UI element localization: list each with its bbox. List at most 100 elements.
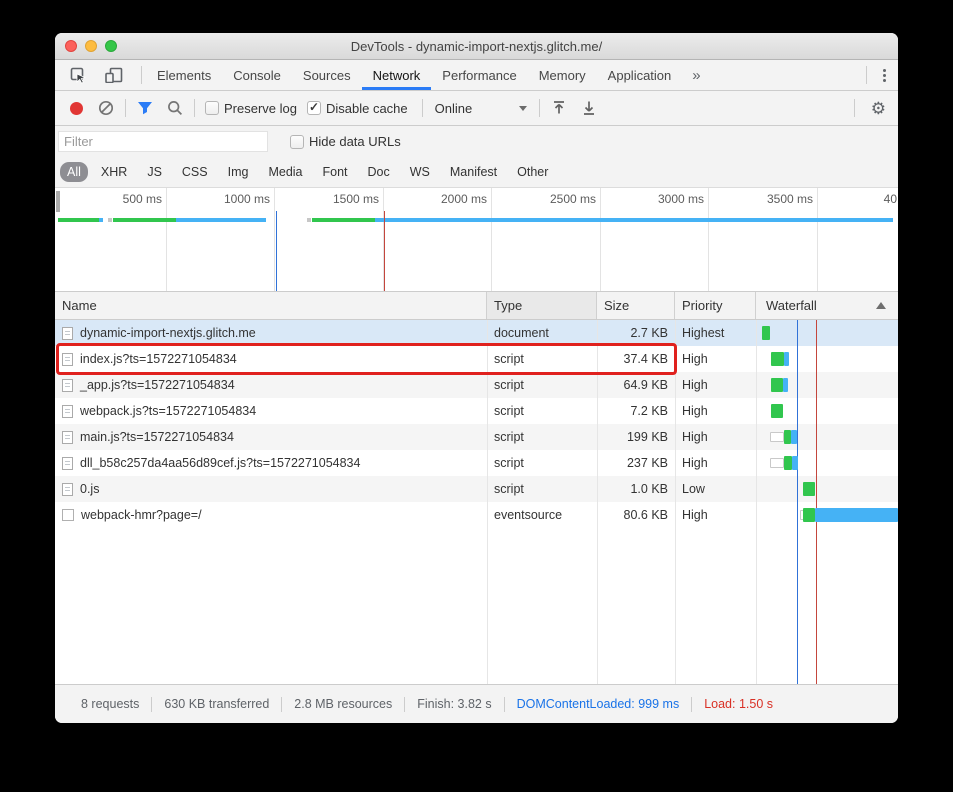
waterfall-green-bar[interactable] xyxy=(771,352,784,366)
status-item: 8 requests xyxy=(69,697,151,711)
devtools-menu-icon[interactable] xyxy=(871,69,898,82)
filter-row: Hide data URLs xyxy=(55,126,898,157)
filter-input[interactable] xyxy=(58,131,268,152)
request-priority: High xyxy=(675,378,756,392)
import-har-icon[interactable] xyxy=(546,95,572,121)
dcl-event-line xyxy=(276,211,277,291)
filter-chip-ws[interactable]: WS xyxy=(403,162,437,182)
preserve-log-checkbox[interactable] xyxy=(205,101,219,115)
column-divider[interactable] xyxy=(756,320,757,684)
waterfall-green-bar[interactable] xyxy=(771,378,783,392)
waterfall-wait-bar[interactable] xyxy=(770,458,784,468)
request-type: document xyxy=(487,326,597,340)
document-icon xyxy=(62,327,73,340)
overview-blue-segment xyxy=(176,218,266,222)
waterfall-blue-bar[interactable] xyxy=(783,378,788,392)
waterfall-blue-bar[interactable] xyxy=(791,430,797,444)
request-type: script xyxy=(487,404,597,418)
tab-application[interactable]: Application xyxy=(597,60,683,90)
dcl-event-line xyxy=(797,320,798,684)
filter-chip-manifest[interactable]: Manifest xyxy=(443,162,504,182)
filter-chip-js[interactable]: JS xyxy=(140,162,169,182)
column-header-size[interactable]: Size xyxy=(597,292,675,319)
request-type: eventsource xyxy=(487,508,597,522)
clear-icon[interactable] xyxy=(93,95,119,121)
divider xyxy=(866,66,867,84)
document-icon xyxy=(62,457,73,470)
filter-icon[interactable] xyxy=(132,95,158,121)
waterfall-blue-bar[interactable] xyxy=(784,352,789,366)
tab-performance[interactable]: Performance xyxy=(431,60,527,90)
waterfall-blue-bar[interactable] xyxy=(815,508,898,522)
request-priority: Highest xyxy=(675,326,756,340)
request-name: _app.js?ts=1572271054834 xyxy=(80,378,235,392)
overview-grip[interactable] xyxy=(56,191,60,212)
filter-chip-img[interactable]: Img xyxy=(221,162,256,182)
filter-chip-xhr[interactable]: XHR xyxy=(94,162,134,182)
search-icon[interactable] xyxy=(162,95,188,121)
tab-network[interactable]: Network xyxy=(362,60,432,90)
request-name: webpack.js?ts=1572271054834 xyxy=(80,404,256,418)
waterfall-green-bar[interactable] xyxy=(803,508,815,522)
disable-cache-checkbox[interactable] xyxy=(307,101,321,115)
request-size: 64.9 KB xyxy=(597,378,675,392)
status-item: Finish: 3.82 s xyxy=(405,697,503,711)
ruler-tick-label: 40 xyxy=(884,192,897,206)
table-row[interactable]: 0.jsscript1.0 KBLow xyxy=(55,476,898,502)
divider xyxy=(194,99,195,117)
column-header-priority[interactable]: Priority xyxy=(675,292,756,319)
column-divider[interactable] xyxy=(675,320,676,684)
waterfall-blue-bar[interactable] xyxy=(792,456,798,470)
tab-elements[interactable]: Elements xyxy=(146,60,222,90)
request-size: 1.0 KB xyxy=(597,482,675,496)
waterfall-wait-bar[interactable] xyxy=(770,432,784,442)
overview-blue-segment xyxy=(375,218,893,222)
filter-chip-css[interactable]: CSS xyxy=(175,162,215,182)
devtools-window: DevTools - dynamic-import-nextjs.glitch.… xyxy=(55,33,898,723)
waterfall-green-bar[interactable] xyxy=(762,326,770,340)
divider xyxy=(539,99,540,117)
record-icon[interactable] xyxy=(63,95,89,121)
waterfall-green-bar[interactable] xyxy=(784,456,792,470)
inspect-element-icon[interactable] xyxy=(65,62,91,88)
device-toolbar-icon[interactable] xyxy=(101,62,127,88)
divider xyxy=(854,99,855,117)
throttling-select[interactable]: Online xyxy=(435,101,527,116)
devtools-tab-bar: ElementsConsoleSourcesNetworkPerformance… xyxy=(55,60,898,91)
column-header-name[interactable]: Name xyxy=(55,292,487,319)
ruler-gridline xyxy=(817,188,818,291)
settings-gear-icon[interactable]: ⚙ xyxy=(859,100,898,117)
timeline-overview[interactable]: 500 ms1000 ms1500 ms2000 ms2500 ms3000 m… xyxy=(55,188,898,292)
waterfall-green-bar[interactable] xyxy=(803,482,815,496)
filter-chip-all[interactable]: All xyxy=(60,162,88,182)
network-toolbar: Preserve log Disable cache Online ⚙ xyxy=(55,91,898,126)
ruler-tick-label: 3000 ms xyxy=(658,192,704,206)
status-item[interactable]: Load: 1.50 s xyxy=(692,697,785,711)
status-item: 2.8 MB resources xyxy=(282,697,404,711)
hide-data-urls-checkbox[interactable] xyxy=(290,135,304,149)
request-priority: High xyxy=(675,404,756,418)
ruler-gridline xyxy=(274,188,275,291)
waterfall-green-bar[interactable] xyxy=(771,404,783,418)
tab-console[interactable]: Console xyxy=(222,60,292,90)
filter-chip-media[interactable]: Media xyxy=(261,162,309,182)
sort-ascending-icon[interactable] xyxy=(876,302,886,309)
request-priority: High xyxy=(675,508,756,522)
tab-sources[interactable]: Sources xyxy=(292,60,362,90)
tab-memory[interactable]: Memory xyxy=(528,60,597,90)
eventsource-icon xyxy=(62,509,74,521)
hide-data-urls-label: Hide data URLs xyxy=(309,134,401,149)
more-tabs-button[interactable]: » xyxy=(682,60,710,90)
filter-chip-other[interactable]: Other xyxy=(510,162,555,182)
column-header-waterfall[interactable]: Waterfall xyxy=(756,292,898,319)
filter-chip-font[interactable]: Font xyxy=(316,162,355,182)
status-item[interactable]: DOMContentLoaded: 999 ms xyxy=(505,697,692,711)
table-row[interactable]: webpack-hmr?page=/eventsource80.6 KBHigh xyxy=(55,502,898,528)
waterfall-green-bar[interactable] xyxy=(784,430,791,444)
overview-green-segment xyxy=(58,218,99,222)
column-header-type[interactable]: Type xyxy=(487,292,597,319)
filter-chip-doc[interactable]: Doc xyxy=(361,162,397,182)
request-name: 0.js xyxy=(80,482,99,496)
export-har-icon[interactable] xyxy=(576,95,602,121)
disable-cache-label: Disable cache xyxy=(326,101,408,116)
